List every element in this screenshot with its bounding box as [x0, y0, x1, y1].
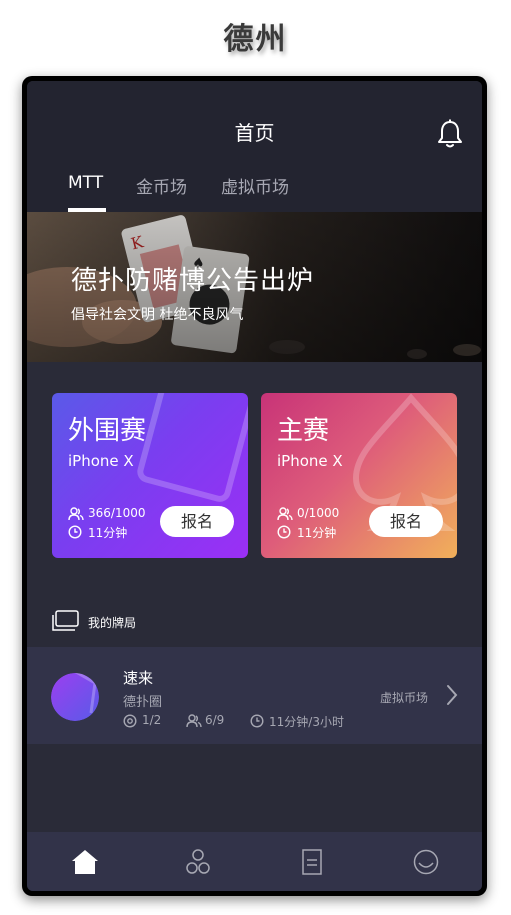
header: 首页 MTT 金币场 虚拟币场	[27, 81, 482, 212]
home-icon[interactable]	[69, 848, 101, 876]
app-screen: 首页 MTT 金币场 虚拟币场 K	[27, 81, 482, 891]
records-icon[interactable]	[296, 848, 328, 876]
users-icon	[277, 507, 293, 521]
signup-button[interactable]: 报名	[160, 506, 234, 537]
clock-icon	[277, 525, 291, 539]
time-text: 11分钟	[88, 526, 128, 540]
game-list-item[interactable]: 速来 德扑圈 1/2 6/9 11分钟/3小时 虚拟币场	[27, 647, 482, 744]
bell-icon[interactable]	[436, 119, 464, 149]
announcement-banner[interactable]: K ♠ 德扑防赌博公告出炉 倡导社会文明 杜绝不良风气	[27, 212, 482, 362]
card-title: 主赛	[277, 416, 330, 446]
blinds-text: 1/2	[142, 713, 162, 727]
card-title: 外围赛	[68, 416, 147, 446]
profile-icon[interactable]	[410, 848, 442, 876]
phone-frame: 首页 MTT 金币场 虚拟币场 K	[22, 76, 487, 896]
tab-virtual-coin[interactable]: 虚拟币场	[221, 173, 289, 212]
banner-subtitle: 倡导社会文明 杜绝不良风气	[71, 307, 244, 323]
tournament-card-main[interactable]: 主赛 iPhone X 0/1000 11分钟 报名	[261, 393, 457, 558]
clock-icon	[68, 525, 82, 539]
players-text: 6/9	[205, 713, 225, 727]
card-prize: iPhone X	[277, 452, 343, 470]
player-count-text: 0/1000	[297, 506, 340, 520]
tournament-card-outer[interactable]: 外围赛 iPhone X 366/1000 11分钟 报名	[52, 393, 248, 558]
tab-mtt[interactable]: MTT	[68, 173, 103, 212]
signup-button[interactable]: 报名	[369, 506, 443, 537]
cards-stack-icon	[52, 610, 79, 631]
banner-title: 德扑防赌博公告出炉	[71, 266, 315, 296]
page-heading: 德州	[223, 22, 288, 57]
time-text: 11分钟	[297, 526, 337, 540]
chevron-right-icon[interactable]	[445, 684, 459, 706]
bottom-navigation	[27, 832, 482, 891]
game-name: 速来	[123, 669, 154, 687]
tab-bar: MTT 金币场 虚拟币场	[27, 173, 482, 212]
card-prize: iPhone X	[68, 452, 134, 470]
tab-gold-coin[interactable]: 金币场	[136, 173, 187, 212]
users-icon	[186, 714, 202, 728]
clubs-icon[interactable]	[182, 848, 214, 876]
duration-text: 11分钟/3小时	[269, 715, 344, 729]
page-title: 首页	[234, 121, 275, 145]
game-market: 虚拟币场	[380, 691, 429, 705]
my-games-label: 我的牌局	[88, 616, 137, 630]
player-count-text: 366/1000	[88, 506, 146, 520]
game-avatar	[51, 673, 99, 721]
clock-icon	[250, 714, 264, 728]
chip-icon	[123, 714, 137, 728]
users-icon	[68, 507, 84, 521]
game-club: 德扑圈	[123, 695, 163, 710]
